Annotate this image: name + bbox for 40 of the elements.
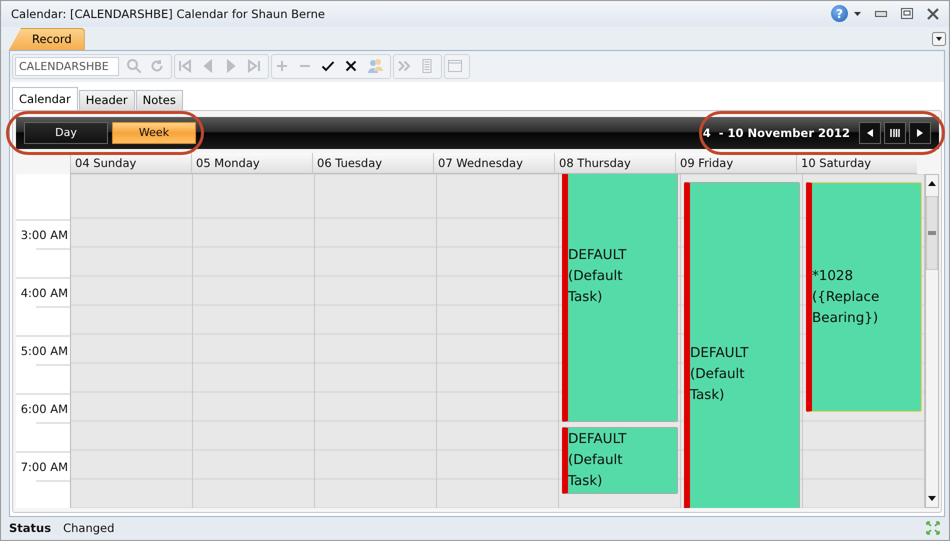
time-label: 7:00 AM [20,460,68,474]
day-header: 08 Thursday [554,152,675,174]
appointment-block[interactable]: *1028 ({Replace Bearing}) [806,182,922,412]
right-triangle-icon [917,128,923,137]
scroll-down-icon[interactable] [928,496,936,501]
day-header: 09 Friday [675,152,796,174]
date-range: 4 - 10 November 2012 [702,126,850,140]
today-button[interactable] [884,122,906,144]
close-icon[interactable] [927,8,939,20]
appointment-block[interactable]: DEFAULT (Default Task) [562,426,678,494]
tab[interactable]: Header [78,90,135,110]
previous-button[interactable] [859,122,881,144]
scroll-up-icon[interactable] [928,180,936,186]
window-title: Calendar: [CALENDARSHBE] Calendar for Shaun Berne [11,6,326,21]
bars-icon [890,128,900,137]
vertical-scrollbar[interactable] [925,174,939,508]
restore-icon[interactable] [901,8,913,20]
collapse-caret-icon[interactable] [932,32,946,46]
day-header: 07 Wednesday [433,152,554,174]
tab[interactable]: Notes [136,90,183,110]
time-label: 6:00 AM [20,402,68,416]
time-label: 5:00 AM [20,344,68,358]
appointment-block[interactable]: DEFAULT (Default Task) [562,174,678,422]
day-header: 06 Tuesday [312,152,433,174]
view-button[interactable]: Week [112,122,196,144]
resize-grip-icon[interactable] [925,520,941,536]
status-label: Status [9,521,52,536]
time-label: 4:00 AM [20,286,68,300]
status-value: Changed [63,521,114,536]
ribbon-tab[interactable]: Record [9,28,85,50]
record-id-field[interactable]: CALENDARSHBE [15,56,119,76]
left-triangle-icon [867,128,873,137]
day-header: 05 Monday [191,152,312,174]
minimize-icon[interactable] [875,10,887,17]
next-button[interactable] [909,122,931,144]
view-button[interactable]: Day [24,122,108,144]
appointment-block[interactable]: DEFAULT (Default Task) [684,182,800,508]
time-label: 3:00 AM [20,228,68,242]
dropdown-caret-icon[interactable] [854,12,861,16]
tab[interactable]: Calendar [12,86,78,110]
